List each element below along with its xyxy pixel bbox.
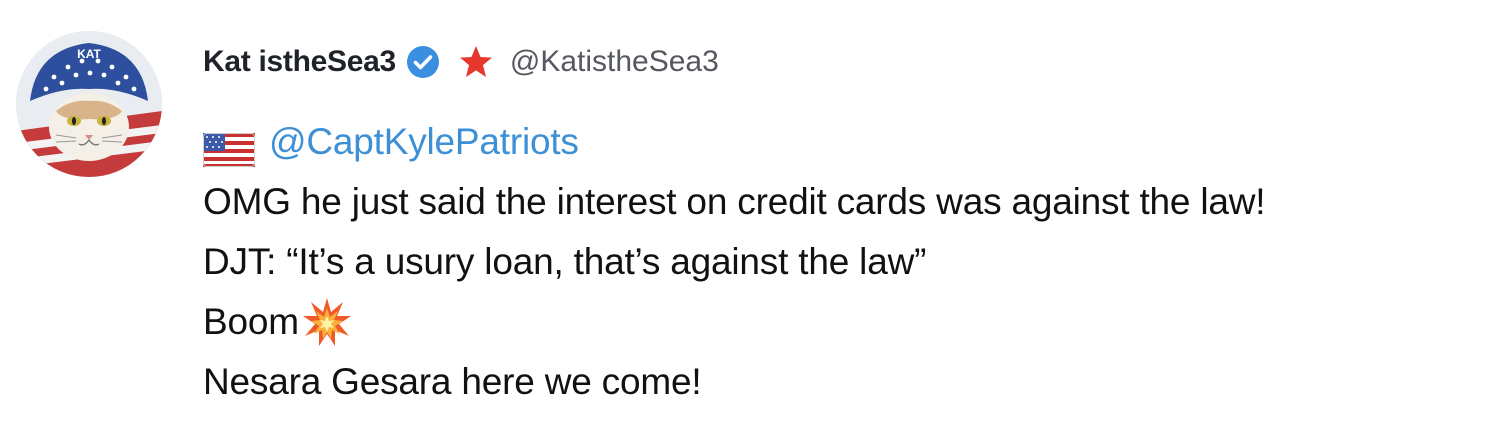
mention-line: @CaptKylePatriots (203, 112, 1493, 172)
post-body: @CaptKylePatriots OMG he just said the i… (203, 112, 1493, 412)
avatar[interactable]: KAT (16, 31, 162, 177)
post-text-line: OMG he just said the interest on credit … (203, 181, 1266, 222)
post-header: Kat istheSea3 @KatistheSea3 (203, 40, 719, 84)
post-text-line: Nesara Gesara here we come! (203, 361, 702, 402)
post-text-line: DJT: “It’s a usury loan, that’s against … (203, 241, 927, 282)
cat-avatar-image: KAT (16, 31, 162, 177)
author-handle[interactable]: @KatistheSea3 (510, 45, 719, 79)
mention-link[interactable]: @CaptKylePatriots (269, 112, 579, 172)
collision-icon (301, 296, 353, 348)
us-flag-icon (203, 125, 255, 167)
post: KAT Kat istheSea3 @KatistheSea3 @CaptKyl… (0, 0, 1500, 447)
boom-line: Boom (203, 292, 1493, 352)
post-text-line: Boom (203, 301, 299, 342)
author-display-name[interactable]: Kat istheSea3 (203, 45, 396, 79)
star-icon (458, 44, 494, 80)
verified-badge-icon (406, 45, 440, 79)
avatar-logo-text: KAT (77, 47, 101, 61)
